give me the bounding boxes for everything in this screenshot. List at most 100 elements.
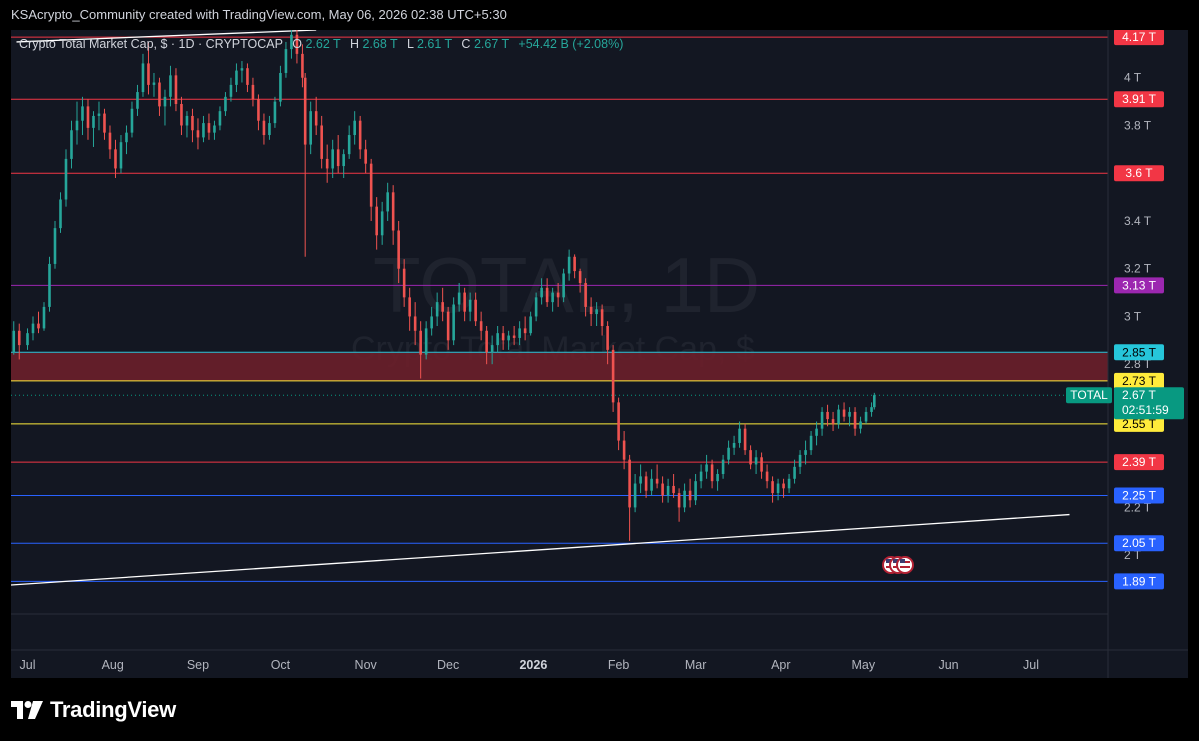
candle-body	[320, 125, 323, 159]
candle-body	[369, 163, 373, 207]
candle-body	[301, 53, 304, 78]
chart-panel[interactable]: Crypto Total Market Cap, $ · 1D · CRYPTO…	[11, 30, 1188, 678]
candle	[207, 113, 211, 140]
candle	[31, 316, 35, 341]
level-label-text: 3.13 T	[1122, 278, 1156, 292]
candle-body	[435, 302, 439, 317]
candle	[42, 302, 46, 331]
candle-body	[710, 464, 714, 482]
level-price-label: 3.13 T	[1114, 277, 1164, 294]
candle	[191, 108, 194, 143]
candle-body	[804, 450, 807, 455]
time-tick-label: Feb	[608, 658, 630, 672]
candle-body	[342, 154, 345, 167]
candle-body	[457, 292, 461, 305]
symbol-title: Crypto Total Market Cap, $ · 1D · CRYPTO…	[19, 37, 283, 51]
candle	[815, 421, 818, 446]
candle-body	[666, 485, 670, 496]
candle-body	[364, 149, 367, 164]
candle-body	[353, 120, 356, 136]
candle-body	[485, 330, 488, 353]
candle-body	[551, 292, 554, 303]
last-price-label: TOTAL 2.67 T02:51:59	[1066, 387, 1184, 420]
candle	[114, 139, 117, 178]
countdown-text: 02:51:59	[1122, 403, 1169, 417]
candle-body	[639, 476, 642, 484]
price-tick-label: 3.8 T	[1124, 118, 1152, 132]
candle	[336, 135, 340, 174]
time-tick-label: 2026	[519, 658, 547, 672]
candle	[70, 120, 73, 169]
candle	[325, 144, 329, 183]
candle	[262, 113, 266, 145]
flag-stripe	[900, 566, 910, 568]
candle	[158, 77, 161, 116]
candle	[59, 192, 62, 233]
level-label-text: 2.25 T	[1122, 488, 1156, 502]
candle-body	[595, 309, 598, 315]
candle-body	[207, 123, 211, 133]
candle	[837, 404, 840, 429]
candle	[136, 84, 139, 116]
candle	[218, 106, 222, 131]
candle-body	[743, 428, 747, 451]
level-label-text: 2.73 T	[1122, 374, 1156, 388]
candle	[75, 101, 79, 145]
price-chart[interactable]: TOTAL, 1DCrypto Total Market Cap, $ 4 T3…	[11, 30, 1188, 678]
candle	[864, 407, 868, 424]
level-price-label: 3.6 T	[1114, 165, 1164, 182]
candle-body	[53, 228, 57, 264]
level-price-label: 4.17 T	[1114, 30, 1164, 46]
candle	[163, 89, 167, 126]
candle	[804, 440, 807, 465]
candle	[771, 476, 774, 503]
candle	[257, 94, 260, 131]
candle	[251, 77, 255, 107]
level-price-label: 2.85 T	[1114, 344, 1164, 361]
candle	[141, 53, 145, 97]
open-value: 2.62 T	[305, 37, 341, 51]
candle-body	[617, 402, 620, 441]
candle	[738, 421, 741, 448]
candle	[776, 478, 780, 501]
candle-body	[859, 421, 862, 429]
candle	[716, 469, 719, 491]
candle	[202, 115, 205, 143]
candle-body	[174, 75, 178, 104]
ohlc-legend: Crypto Total Market Cap, $ · 1D · CRYPTO…	[19, 37, 623, 51]
level-price-label: 2.25 T	[1114, 487, 1164, 504]
candle-body	[279, 72, 282, 102]
level-price-label: 2.05 T	[1114, 535, 1164, 552]
candle-body	[331, 149, 334, 169]
candle	[246, 63, 249, 93]
candle	[240, 61, 244, 83]
tradingview-brand: TradingView	[50, 697, 176, 722]
candle-body	[584, 283, 587, 307]
time-tick-label: Nov	[355, 658, 378, 672]
candle-body	[655, 478, 659, 484]
candle-body	[529, 316, 532, 334]
candle	[655, 464, 659, 489]
candle-body	[12, 330, 16, 353]
candle	[185, 111, 189, 138]
open-label: O	[292, 37, 302, 51]
candle	[628, 454, 631, 541]
candle-body	[705, 464, 708, 472]
candle-body	[284, 49, 288, 73]
candle-body	[386, 192, 389, 212]
candle-body	[75, 120, 79, 131]
time-tick-label: Jul	[1023, 658, 1039, 672]
candle-body	[870, 407, 873, 412]
candle-body	[314, 111, 318, 126]
candle-body	[589, 306, 593, 315]
candle-body	[798, 454, 802, 467]
candle	[666, 478, 670, 503]
candle	[81, 96, 84, 136]
candle-body	[842, 409, 846, 417]
candle-body	[567, 256, 571, 274]
candle	[229, 77, 233, 102]
candle-body	[628, 459, 631, 508]
level-price-label: 1.89 T	[1114, 573, 1164, 590]
candle	[320, 115, 323, 169]
candle-body	[523, 328, 527, 334]
